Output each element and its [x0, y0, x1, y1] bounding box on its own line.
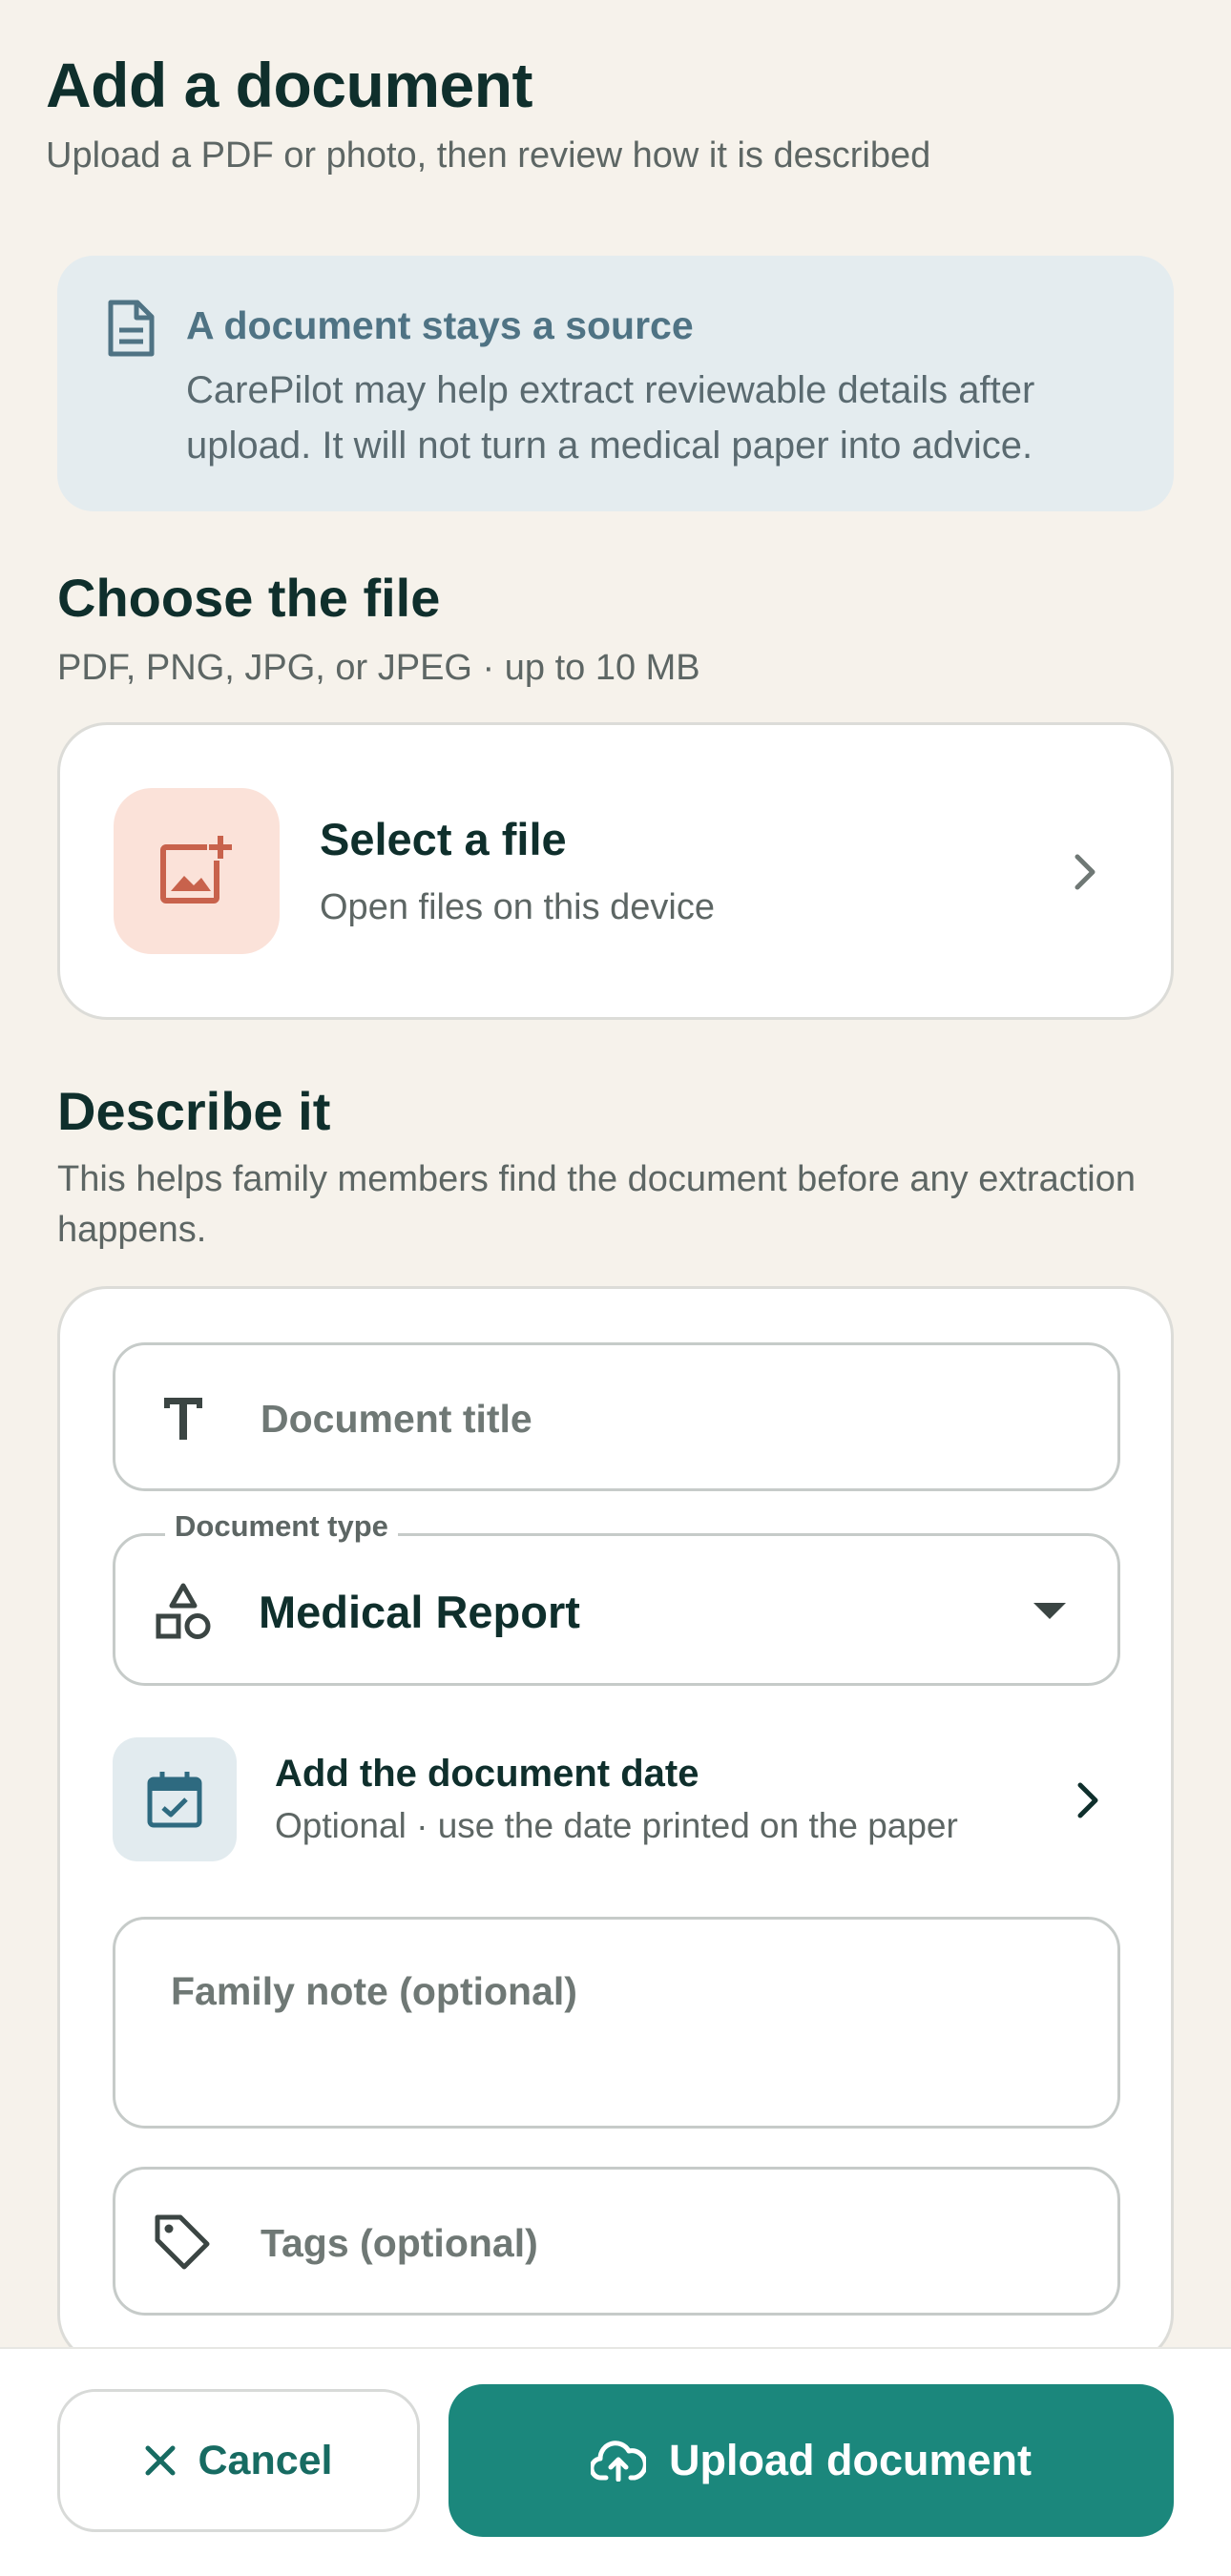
family-note-field[interactable]: Family note (optional): [113, 1917, 1120, 2129]
date-icon-box: [113, 1737, 237, 1861]
text-icon: [164, 1398, 202, 1440]
family-note-placeholder: Family note (optional): [171, 1969, 577, 2013]
add-document-date-row[interactable]: Add the document date Optional · use the…: [113, 1737, 1120, 1861]
upload-button-label: Upload document: [669, 2436, 1032, 2484]
document-type-value: Medical Report: [259, 1587, 580, 1637]
select-file-title: Select a file: [320, 814, 567, 864]
document-title-field[interactable]: Document title: [113, 1342, 1120, 1491]
info-banner: A document stays a source CarePilot may …: [57, 256, 1174, 511]
close-icon: [145, 2445, 176, 2476]
cancel-button[interactable]: Cancel: [57, 2389, 420, 2532]
chevron-right-icon: [1077, 1782, 1098, 1818]
document-title-placeholder: Document title: [261, 1397, 532, 1441]
describe-section-subtitle: This helps family members find the docum…: [57, 1159, 1136, 1250]
cancel-button-label: Cancel: [198, 2438, 333, 2483]
describe-section-title: Describe it: [57, 1081, 331, 1141]
file-section-title: Choose the file: [57, 568, 441, 628]
page-header: Add a document Upload a PDF or photo, th…: [46, 48, 930, 177]
select-file-subtitle: Open files on this device: [320, 887, 716, 927]
bottom-action-bar: Cancel Upload document: [0, 2347, 1231, 2576]
file-thumb: [114, 788, 280, 954]
document-type-select[interactable]: Document type Medical Report: [113, 1507, 1120, 1686]
tags-field[interactable]: Tags (optional): [113, 2167, 1120, 2316]
cloud-upload-icon: [591, 2441, 646, 2482]
info-banner-body: CarePilot may help extract reviewable de…: [186, 369, 1035, 467]
file-section-subtitle: PDF, PNG, JPG, or JPEG · up to 10 MB: [57, 648, 700, 688]
upload-document-button[interactable]: Upload document: [449, 2384, 1174, 2537]
tags-placeholder: Tags (optional): [261, 2221, 538, 2265]
page-subtitle: Upload a PDF or photo, then review how i…: [46, 135, 931, 176]
chevron-right-icon: [1075, 854, 1095, 890]
describe-form-card: Document title Document type Medical Rep…: [57, 1286, 1174, 2364]
dropdown-caret-icon: [1033, 1603, 1066, 1619]
add-date-subtitle: Optional · use the date printed on the p…: [275, 1806, 958, 1845]
shapes-icon: [156, 1583, 211, 1639]
add-image-icon: [160, 834, 234, 904]
page-title: Add a document: [46, 50, 533, 120]
info-banner-title: A document stays a source: [186, 303, 694, 347]
calendar-check-icon: [147, 1772, 202, 1828]
tag-icon: [155, 2214, 210, 2270]
document-icon: [108, 300, 155, 357]
document-type-label: Document type: [165, 1507, 398, 1546]
select-file-card[interactable]: Select a file Open files on this device: [57, 722, 1174, 1020]
add-date-title: Add the document date: [275, 1753, 699, 1795]
